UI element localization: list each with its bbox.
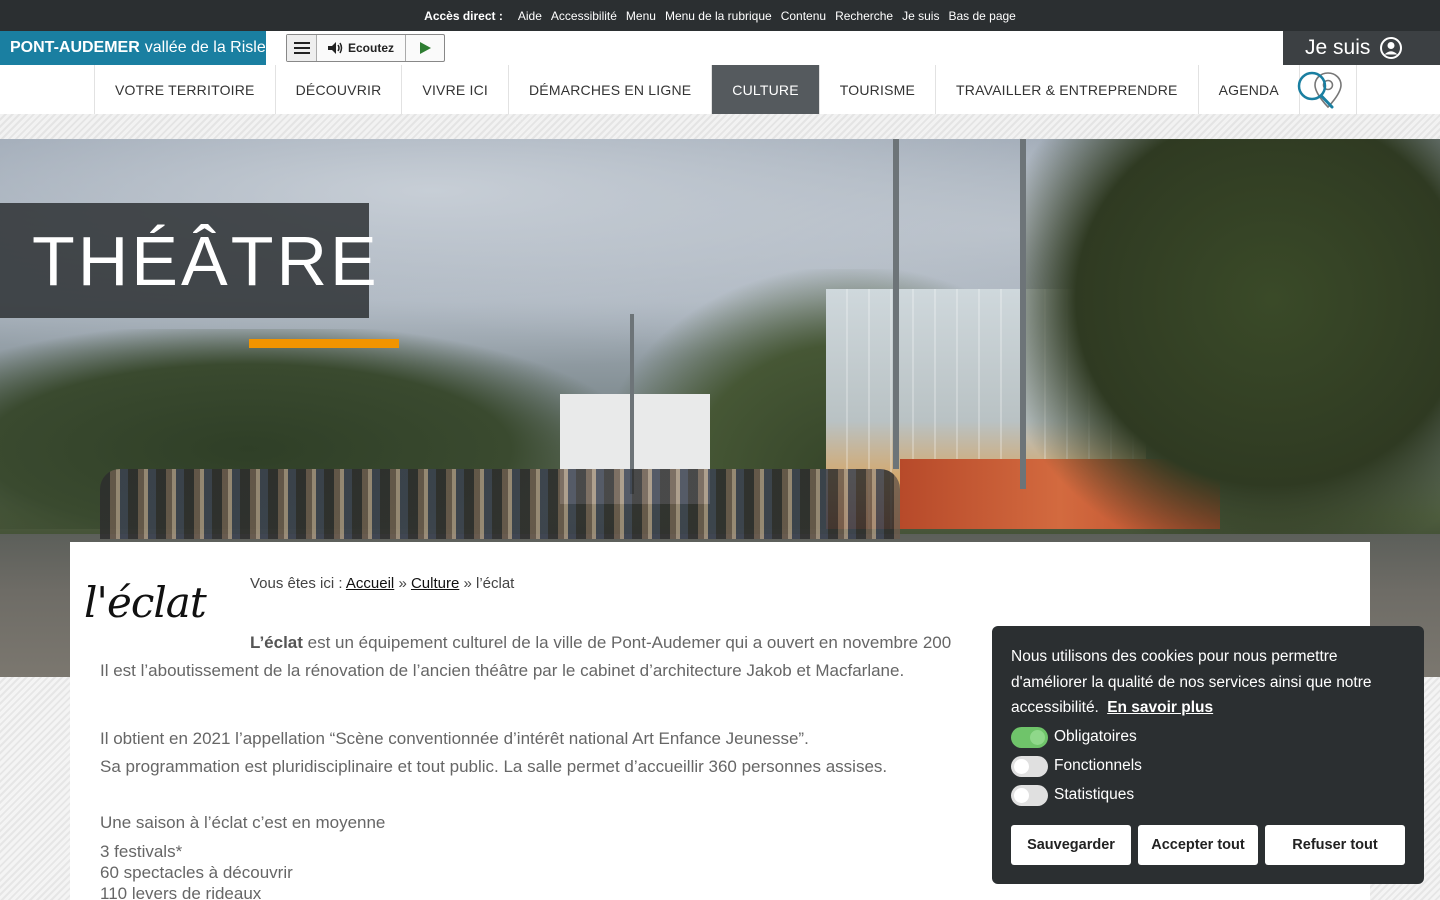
breadcrumb-prefix: Vous êtes ici : xyxy=(250,575,343,592)
brand-rest: vallée de la Risle xyxy=(144,39,266,56)
cookie-toggle-statistiques: Statistiques xyxy=(1011,783,1405,808)
access-link-menu[interactable]: Menu xyxy=(626,9,656,23)
hamburger-icon xyxy=(293,42,310,54)
reader-listen-label: Ecoutez xyxy=(347,41,394,55)
cookie-accept-all-button[interactable]: Accepter tout xyxy=(1138,825,1258,865)
cookie-text: Nous utilisons des cookies pour nous per… xyxy=(1011,644,1405,721)
paragraph-appellation: Il obtient en 2021 l’appellation “Scène … xyxy=(100,729,809,748)
breadcrumb-separator: » xyxy=(398,575,407,592)
access-label: Accès direct : xyxy=(424,8,503,23)
breadcrumb-current: l’éclat xyxy=(476,575,515,592)
site-brand-link[interactable]: PONT-AUDEMER vallée de la Risle xyxy=(0,31,266,65)
toggle-label: Fonctionnels xyxy=(1054,757,1142,774)
intro-bold: L’éclat xyxy=(250,633,303,652)
cookie-banner: Nous utilisons des cookies pour nous per… xyxy=(992,626,1424,884)
reader-listen-button[interactable]: Ecoutez xyxy=(317,35,406,61)
cookie-save-button[interactable]: Sauvegarder xyxy=(1011,825,1131,865)
hero-trees-right xyxy=(1020,139,1440,539)
cookie-refuse-all-button[interactable]: Refuser tout xyxy=(1265,825,1405,865)
toggle-label: Obligatoires xyxy=(1054,728,1137,745)
cookie-learn-more-link[interactable]: En savoir plus xyxy=(1107,699,1213,716)
hero-crowd xyxy=(100,469,900,539)
search-button[interactable] xyxy=(1292,68,1338,112)
hero-pole xyxy=(1020,139,1026,489)
cookie-toggle-fonctionnels: Fonctionnels xyxy=(1011,754,1405,779)
access-link-accessibilite[interactable]: Accessibilité xyxy=(551,9,617,23)
side-stripe-left xyxy=(0,677,70,900)
hero-pole xyxy=(893,139,899,469)
access-link-bas-de-page[interactable]: Bas de page xyxy=(948,9,1015,23)
nav-item-tourisme[interactable]: TOURISME xyxy=(818,65,935,114)
breadcrumb-culture-link[interactable]: Culture xyxy=(411,575,459,592)
intro-rest: est un équipement culturel de la ville d… xyxy=(302,633,952,652)
toggle-fonctionnels[interactable] xyxy=(1011,755,1048,777)
search-icon xyxy=(1297,71,1334,109)
reader-play-button[interactable] xyxy=(406,35,444,61)
paragraph-saison: Une saison à l’éclat c’est en moyenne xyxy=(100,813,386,832)
breadcrumb: Vous êtes ici : Accueil » Culture » l’éc… xyxy=(250,575,514,592)
hero-title-box: THÉÂTRE xyxy=(0,203,377,318)
access-link-je-suis[interactable]: Je suis xyxy=(902,9,939,23)
paragraph-programmation: Sa programmation est pluridisciplinaire … xyxy=(100,757,888,776)
main-nav: VOTRE TERRITOIRE DÉCOUVRIR VIVRE ICI DÉM… xyxy=(94,65,1357,114)
list-item: 60 spectacles à découvrir xyxy=(100,863,293,882)
toggle-obligatoires[interactable] xyxy=(1011,726,1048,748)
toggle-label: Statistiques xyxy=(1054,786,1135,803)
je-suis-button[interactable]: Je suis xyxy=(1283,31,1440,65)
nav-item-demarches-en-ligne[interactable]: DÉMARCHES EN LIGNE xyxy=(508,65,711,114)
decorative-stripe xyxy=(0,114,1440,139)
brand-strong: PONT-AUDEMER xyxy=(10,39,140,56)
paragraph-renovation: Il est l’aboutissement de la rénovation … xyxy=(100,661,905,680)
cookie-toggle-obligatoires: Obligatoires xyxy=(1011,725,1405,750)
title-underline xyxy=(249,339,399,348)
toggle-statistiques[interactable] xyxy=(1011,784,1048,806)
page-title: THÉÂTRE xyxy=(32,221,380,300)
breadcrumb-separator: » xyxy=(463,575,472,592)
access-link-contenu[interactable]: Contenu xyxy=(781,9,826,23)
je-suis-label: Je suis xyxy=(1305,36,1371,59)
speech-reader: Ecoutez xyxy=(286,34,445,62)
nav-item-vivre-ici[interactable]: VIVRE ICI xyxy=(401,65,508,114)
hero-pole xyxy=(630,314,634,494)
intro-paragraph: L’éclat est un équipement culturel de la… xyxy=(250,629,951,657)
play-icon xyxy=(419,42,431,54)
nav-item-travailler-entreprendre[interactable]: TRAVAILLER & ENTREPRENDRE xyxy=(935,65,1198,114)
speaker-icon xyxy=(327,42,343,54)
reader-menu-button[interactable] xyxy=(287,35,317,61)
list-item: 3 festivals* xyxy=(100,842,183,861)
eclat-logo: l'éclat xyxy=(84,578,207,627)
nav-item-votre-territoire[interactable]: VOTRE TERRITOIRE xyxy=(94,65,275,114)
access-link-menu-rubrique[interactable]: Menu de la rubrique xyxy=(665,9,772,23)
access-link-recherche[interactable]: Recherche xyxy=(835,9,893,23)
cookie-buttons: Sauvegarder Accepter tout Refuser tout xyxy=(1011,825,1405,865)
nav-item-agenda[interactable]: AGENDA xyxy=(1197,65,1299,114)
access-bar: Accès direct : Aide Accessibilité Menu M… xyxy=(0,0,1440,31)
nav-item-culture[interactable]: CULTURE xyxy=(711,65,819,114)
list-item: 110 levers de rideaux xyxy=(100,884,262,900)
nav-item-decouvrir[interactable]: DÉCOUVRIR xyxy=(274,65,402,114)
user-icon xyxy=(1380,37,1403,59)
breadcrumb-home-link[interactable]: Accueil xyxy=(346,575,394,592)
access-link-aide[interactable]: Aide xyxy=(518,9,542,23)
